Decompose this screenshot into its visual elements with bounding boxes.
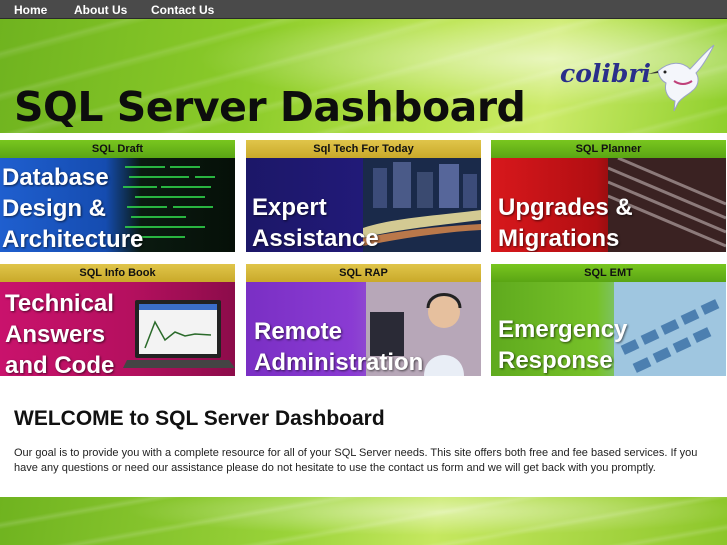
welcome-heading: WELCOME to SQL Server Dashboard [14,407,385,430]
tile-line: Technical [5,290,114,317]
footer-banner [0,497,727,545]
tile-line: Design & [2,195,107,222]
nav-about-us-link[interactable]: About Us [74,3,127,17]
tile-line: Migrations [498,225,620,252]
tile-sql-draft[interactable]: SQL Draft Database Design & Architecture [0,140,235,252]
tile-text: Database Design & Architecture [2,162,143,252]
tile-bar-label: SQL RAP [246,264,481,282]
tile-bar-label: SQL Draft [0,140,235,158]
tile-sql-emt[interactable]: SQL EMT Emergency Response [491,264,726,376]
tile-sql-info-book[interactable]: SQL Info Book Technical Answers and Code [0,264,235,376]
tile-sql-planner[interactable]: SQL Planner Upgrades & Migrations [491,140,726,252]
tile-sql-rap[interactable]: SQL RAP Remote Administration [246,264,481,376]
tile-line: Emergency [498,316,628,343]
tile-line: Remote [254,318,343,345]
tile-line: Assistance [252,225,379,252]
tile-line: Response [498,347,613,374]
tile-line: Architecture [2,226,144,252]
welcome-paragraph: Our goal is to provide you with a comple… [14,447,698,474]
keyboard-image [614,282,726,376]
tile-text: Remote Administration [254,316,423,376]
footer-decoration [0,497,727,545]
colibri-logo[interactable]: colibri [560,44,720,112]
site-title: SQL Server Dashboard [14,83,526,131]
tile-line: and Code [5,352,115,376]
top-nav: Home About Us Contact Us [0,0,727,19]
tile-bar-label: SQL Info Book [0,264,235,282]
tile-line: Answers [5,321,106,348]
tile-line: Database [2,164,109,191]
tile-line: Upgrades & [498,194,633,221]
tile-bar-label: SQL Planner [491,140,726,158]
tile-line: Expert [252,194,327,221]
tile-sql-tech-for-today[interactable]: Sql Tech For Today Expert Assistance [246,140,481,252]
tile-bar-label: Sql Tech For Today [246,140,481,158]
tile-text: Expert Assistance [252,192,379,252]
city-night-image [363,158,481,252]
hummingbird-icon [648,44,715,112]
tile-text: Technical Answers and Code [5,288,114,376]
nav-contact-us-link[interactable]: Contact Us [151,3,214,17]
laptop-image [123,300,235,368]
nav-home-link[interactable]: Home [14,3,47,17]
tile-bar-label: SQL EMT [491,264,726,282]
tile-text: Emergency Response [498,314,627,376]
tile-text: Upgrades & Migrations [498,192,633,252]
tile-line: Administration [254,349,424,376]
header-banner: colibri SQL Server Dashboard [0,19,727,133]
logo-text: colibri [560,59,652,88]
